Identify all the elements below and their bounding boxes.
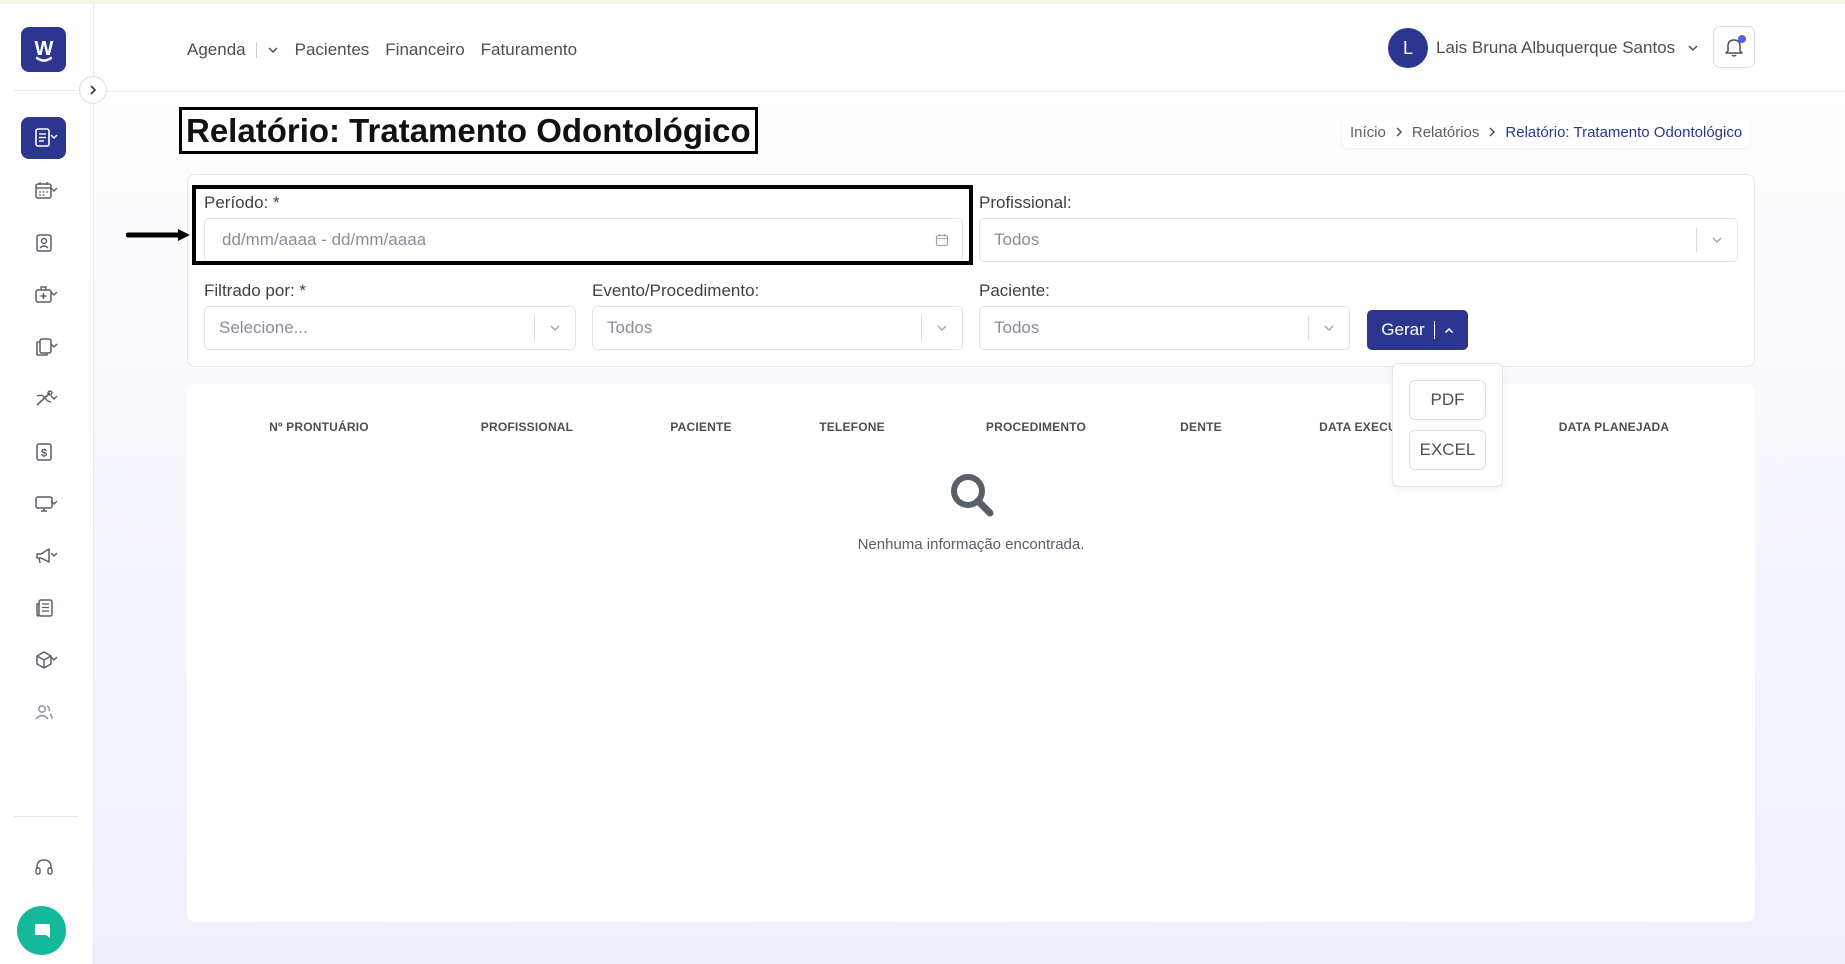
- column-header-telefone[interactable]: TELEFONE: [819, 420, 885, 434]
- nav-separator: [255, 42, 257, 58]
- profissional-label: Profissional:: [979, 193, 1072, 212]
- chevron-down-icon: [50, 343, 58, 348]
- chevron-down-icon: [50, 552, 58, 557]
- news-icon: [35, 599, 53, 617]
- column-header-profissional[interactable]: PROFISSIONAL: [481, 420, 573, 434]
- sidebar-expand-button[interactable]: [79, 76, 107, 104]
- button-separator: [1433, 321, 1435, 339]
- periodo-date-range-input[interactable]: dd/mm/aaaa - dd/mm/aaaa: [204, 218, 963, 262]
- paciente-select[interactable]: Todos: [979, 306, 1350, 350]
- sidebar-item-finance[interactable]: $: [21, 431, 66, 473]
- nav-agenda[interactable]: Agenda: [187, 40, 246, 60]
- breadcrumb: Início Relatórios Relatório: Tratamento …: [1342, 116, 1751, 148]
- chevron-down-icon: [1697, 236, 1737, 244]
- chat-icon: [34, 923, 50, 938]
- chevron-down-icon: [50, 291, 58, 296]
- sidebar-item-marketing[interactable]: [21, 535, 66, 577]
- patient-card-icon: [35, 234, 52, 252]
- app-logo[interactable]: W: [21, 27, 66, 72]
- chevron-right-icon: [1396, 127, 1402, 137]
- chevron-up-icon: [1444, 327, 1453, 333]
- users-icon: [34, 705, 53, 720]
- evento-procedimento-value: Todos: [607, 318, 653, 337]
- sidebar-item-users[interactable]: [21, 691, 66, 733]
- svg-text:$: $: [40, 448, 46, 460]
- chevron-right-icon: [90, 85, 97, 95]
- evento-procedimento-label: Evento/Procedimento:: [592, 281, 760, 300]
- column-header-procedimento[interactable]: PROCEDIMENTO: [986, 420, 1086, 434]
- breadcrumb-relatorios[interactable]: Relatórios: [1412, 124, 1480, 141]
- evento-procedimento-select[interactable]: Todos: [592, 306, 963, 350]
- filtrado-por-value: Selecione...: [219, 318, 308, 337]
- gerar-label: Gerar: [1381, 320, 1425, 339]
- filtrado-por-label: Filtrado por: *: [204, 281, 307, 300]
- user-name: Lais Bruna Albuquerque Santos: [1436, 38, 1676, 57]
- paciente-label: Paciente:: [979, 281, 1050, 300]
- sidebar-item-monitor[interactable]: [21, 483, 66, 525]
- sidebar-item-calendar[interactable]: [21, 170, 66, 212]
- arrow-right-icon: [126, 229, 190, 241]
- sidebar-item-patients[interactable]: [21, 222, 66, 264]
- empty-state-message: Nenhuma informação encontrada.: [857, 536, 1085, 553]
- filtrado-por-select[interactable]: Selecione...: [204, 306, 576, 350]
- finance-icon: $: [35, 443, 52, 461]
- nav-pacientes[interactable]: Pacientes: [295, 40, 370, 60]
- nav-faturamento[interactable]: Faturamento: [481, 40, 577, 60]
- column-header-dente[interactable]: DENTE: [1180, 420, 1222, 434]
- page-title: Relatório: Tratamento Odontológico: [179, 107, 758, 154]
- column-header-prontuario[interactable]: Nº PRONTUÁRIO: [269, 420, 369, 434]
- top-header: Agenda Pacientes Financeiro Faturamento …: [94, 4, 1845, 92]
- sidebar-item-support[interactable]: [21, 846, 66, 888]
- user-menu[interactable]: L Lais Bruna Albuquerque Santos: [1388, 28, 1699, 68]
- profissional-select[interactable]: Todos: [979, 218, 1738, 262]
- chevron-down-icon: [50, 656, 58, 661]
- gerar-button[interactable]: Gerar: [1367, 310, 1468, 350]
- nav-financeiro[interactable]: Financeiro: [385, 40, 464, 60]
- column-header-data-planejada[interactable]: DATA PLANEJADA: [1559, 420, 1670, 434]
- chevron-down-icon: [535, 324, 575, 332]
- svg-text:W: W: [34, 38, 53, 60]
- paciente-value: Todos: [994, 318, 1040, 337]
- export-pdf-option[interactable]: PDF: [1409, 380, 1486, 420]
- calendar-icon[interactable]: [922, 233, 962, 247]
- column-header-paciente[interactable]: PACIENTE: [670, 420, 731, 434]
- headset-icon: [34, 859, 53, 875]
- notifications-button[interactable]: [1713, 26, 1755, 68]
- chevron-down-icon: [922, 324, 962, 332]
- chevron-down-icon: [268, 47, 278, 54]
- sidebar: W $: [0, 4, 94, 964]
- sidebar-divider: [14, 90, 78, 91]
- sidebar-item-news[interactable]: [21, 587, 66, 629]
- periodo-placeholder: dd/mm/aaaa - dd/mm/aaaa: [222, 230, 427, 249]
- breadcrumb-inicio[interactable]: Início: [1350, 124, 1386, 141]
- sidebar-item-inventory[interactable]: [21, 639, 66, 681]
- chevron-down-icon: [50, 395, 58, 400]
- profissional-value: Todos: [994, 230, 1040, 249]
- periodo-label: Período: *: [204, 193, 280, 212]
- chevron-down-icon: [50, 134, 58, 139]
- chevron-down-icon: [50, 187, 58, 192]
- notification-dot: [1738, 35, 1746, 43]
- chevron-down-icon: [1688, 45, 1698, 52]
- export-excel-option[interactable]: EXCEL: [1409, 430, 1486, 470]
- chevron-down-icon: [50, 500, 58, 505]
- main-nav: Agenda Pacientes Financeiro Faturamento: [187, 40, 593, 60]
- logo-icon: W: [34, 38, 53, 62]
- search-icon: [951, 474, 994, 517]
- sidebar-item-clinic[interactable]: [21, 274, 66, 316]
- breadcrumb-current: Relatório: Tratamento Odontológico: [1505, 123, 1743, 141]
- avatar: L: [1388, 28, 1428, 68]
- chat-button[interactable]: [17, 906, 66, 955]
- sidebar-item-reports[interactable]: [21, 117, 66, 159]
- chevron-down-icon: [1309, 324, 1349, 332]
- column-header-data-execucao[interactable]: DATA EXECU: [1319, 420, 1397, 434]
- gerar-dropdown-menu: PDF EXCEL: [1392, 363, 1503, 487]
- sidebar-divider: [14, 816, 78, 817]
- chevron-right-icon: [1489, 127, 1496, 137]
- sidebar-item-dental-tools[interactable]: [21, 378, 66, 420]
- sidebar-item-documents[interactable]: [21, 326, 66, 368]
- results-table: [187, 384, 1755, 922]
- agenda-dropdown-toggle[interactable]: [267, 46, 279, 54]
